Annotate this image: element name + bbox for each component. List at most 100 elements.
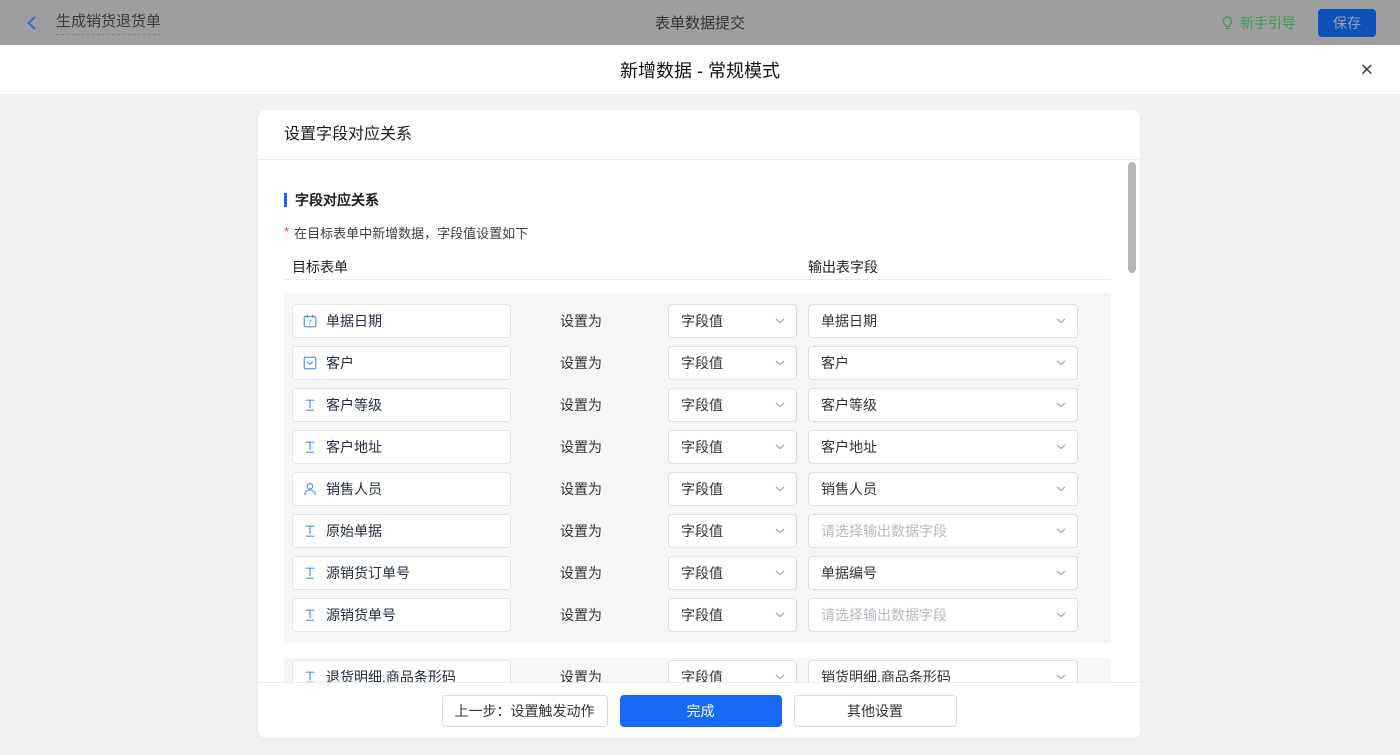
mapping-row: 客户地址 设置为 字段值 客户地址	[292, 430, 1111, 464]
set-as-label: 设置为	[560, 565, 602, 581]
card-footer: 上一步：设置触发动作 完成 其他设置	[258, 682, 1140, 738]
set-as-label: 设置为	[560, 355, 602, 371]
chevron-left-icon[interactable]	[24, 15, 40, 31]
target-field-original-doc: 原始单据	[292, 514, 511, 548]
field-mapping-card: 设置字段对应关系 字段对应关系 * 在目标表单中新增数据，字段值设置如下 目标表…	[258, 110, 1140, 738]
section-description-text: 在目标表单中新增数据，字段值设置如下	[294, 226, 529, 241]
set-as-label: 设置为	[560, 481, 602, 497]
target-field-source-sales-no: 源销货单号	[292, 598, 511, 632]
output-field-select[interactable]: 客户地址	[808, 430, 1078, 464]
value-mode-select[interactable]: 字段值	[668, 472, 797, 506]
output-field-select[interactable]: 销售人员	[808, 472, 1078, 506]
modal-body: 设置字段对应关系 字段对应关系 * 在目标表单中新增数据，字段值设置如下 目标表…	[0, 95, 1400, 755]
modal-title: 新增数据 - 常规模式	[620, 60, 780, 81]
chevron-down-icon	[775, 444, 785, 450]
target-field-label: 销售人员	[326, 481, 382, 497]
section-title-label: 字段对应关系	[295, 192, 379, 208]
target-field-return-detail-barcode: 退货明细.商品条形码	[292, 660, 511, 682]
close-icon[interactable]: ✕	[1360, 61, 1374, 78]
chevron-down-icon	[1056, 402, 1066, 408]
text-icon	[303, 524, 317, 538]
chevron-down-icon	[775, 486, 785, 492]
set-as-label: 设置为	[560, 439, 602, 455]
output-field-select[interactable]: 销货明细.商品条形码	[808, 660, 1078, 682]
target-field-date: 7 单据日期	[292, 304, 511, 338]
chevron-down-icon	[775, 570, 785, 576]
field-mapping-panel-main: 7 单据日期 设置为 字段值 单据日期 客户 设置为 字段值 客户 客户等级 设…	[284, 293, 1111, 643]
text-icon	[303, 566, 317, 580]
target-field-source-sales-order-no: 源销货订单号	[292, 556, 511, 590]
workflow-title[interactable]: 生成销货退货单	[56, 10, 162, 35]
value-mode-select[interactable]: 字段值	[668, 346, 797, 380]
chevron-down-icon	[1056, 318, 1066, 324]
target-field-customer: 客户	[292, 346, 511, 380]
output-field-select[interactable]: 客户	[808, 346, 1078, 380]
save-button[interactable]: 保存	[1318, 8, 1376, 37]
mapping-row: 源销货单号 设置为 字段值 请选择输出数据字段	[292, 598, 1111, 632]
mapping-row: 客户等级 设置为 字段值 客户等级	[292, 388, 1111, 422]
done-button[interactable]: 完成	[619, 694, 782, 727]
modal-header: 新增数据 - 常规模式 ✕	[0, 45, 1400, 95]
column-header-target-form: 目标表单	[292, 259, 348, 275]
mapping-row: 源销货订单号 设置为 字段值 单据编号	[292, 556, 1111, 590]
output-field-select[interactable]: 客户等级	[808, 388, 1078, 422]
chevron-down-icon	[775, 360, 785, 366]
required-mark: *	[284, 224, 290, 239]
chevron-down-icon	[775, 674, 785, 680]
target-field-label: 客户地址	[326, 439, 382, 455]
topbar-center-title: 表单数据提交	[654, 15, 746, 32]
set-as-label: 设置为	[560, 669, 602, 682]
other-settings-button[interactable]: 其他设置	[793, 694, 957, 727]
chevron-down-icon	[775, 612, 785, 618]
beginner-guide-label: 新手引导	[1240, 14, 1296, 31]
select-icon	[303, 356, 317, 370]
field-mapping-panel-subform: 退货明细.商品条形码 设置为 字段值 销货明细.商品条形码	[284, 658, 1111, 682]
target-field-label: 客户	[326, 355, 354, 371]
value-mode-select[interactable]: 字段值	[668, 388, 797, 422]
scrollbar-thumb[interactable]	[1128, 162, 1136, 273]
text-icon	[303, 398, 317, 412]
topbar: 生成销货退货单 表单数据提交 新手引导 保存	[0, 0, 1400, 45]
value-mode-select[interactable]: 字段值	[668, 598, 797, 632]
card-content: 字段对应关系 * 在目标表单中新增数据，字段值设置如下 目标表单 输出表字段 7…	[258, 160, 1140, 682]
set-as-label: 设置为	[560, 313, 602, 329]
column-headers: 目标表单 输出表字段	[284, 253, 1111, 280]
previous-step-button[interactable]: 上一步：设置触发动作	[441, 694, 608, 727]
target-field-customer-address: 客户地址	[292, 430, 511, 464]
target-field-label: 源销货单号	[326, 607, 396, 623]
chevron-down-icon	[775, 402, 785, 408]
mapping-row: 销售人员 设置为 字段值 销售人员	[292, 472, 1111, 506]
chevron-down-icon	[775, 318, 785, 324]
chevron-down-icon	[1056, 360, 1066, 366]
value-mode-select[interactable]: 字段值	[668, 514, 797, 548]
card-header-title: 设置字段对应关系	[258, 110, 1140, 160]
output-field-select[interactable]: 单据编号	[808, 556, 1078, 590]
value-mode-select[interactable]: 字段值	[668, 430, 797, 464]
target-field-salesperson: 销售人员	[292, 472, 511, 506]
lightbulb-icon	[1220, 15, 1235, 30]
chevron-down-icon	[775, 528, 785, 534]
text-icon	[303, 440, 317, 454]
beginner-guide-link[interactable]: 新手引导	[1220, 13, 1296, 33]
output-field-select[interactable]: 请选择输出数据字段	[808, 514, 1078, 548]
output-field-select[interactable]: 请选择输出数据字段	[808, 598, 1078, 632]
set-as-label: 设置为	[560, 523, 602, 539]
mapping-row: 退货明细.商品条形码 设置为 字段值 销货明细.商品条形码	[292, 660, 1111, 682]
value-mode-select[interactable]: 字段值	[668, 556, 797, 590]
section-description: * 在目标表单中新增数据，字段值设置如下	[284, 223, 1140, 242]
target-field-label: 客户等级	[326, 397, 382, 413]
topbar-back-group: 生成销货退货单	[24, 10, 162, 35]
mapping-row: 客户 设置为 字段值 客户	[292, 346, 1111, 380]
mapping-row: 7 单据日期 设置为 字段值 单据日期	[292, 304, 1111, 338]
value-mode-select[interactable]: 字段值	[668, 304, 797, 338]
output-field-select[interactable]: 单据日期	[808, 304, 1078, 338]
user-icon	[303, 482, 317, 496]
section-title: 字段对应关系	[284, 190, 1140, 210]
mapping-row: 原始单据 设置为 字段值 请选择输出数据字段	[292, 514, 1111, 548]
chevron-down-icon	[1056, 528, 1066, 534]
chevron-down-icon	[1056, 444, 1066, 450]
chevron-down-icon	[1056, 570, 1066, 576]
value-mode-select[interactable]: 字段值	[668, 660, 797, 682]
set-as-label: 设置为	[560, 397, 602, 413]
svg-text:7: 7	[308, 318, 312, 327]
